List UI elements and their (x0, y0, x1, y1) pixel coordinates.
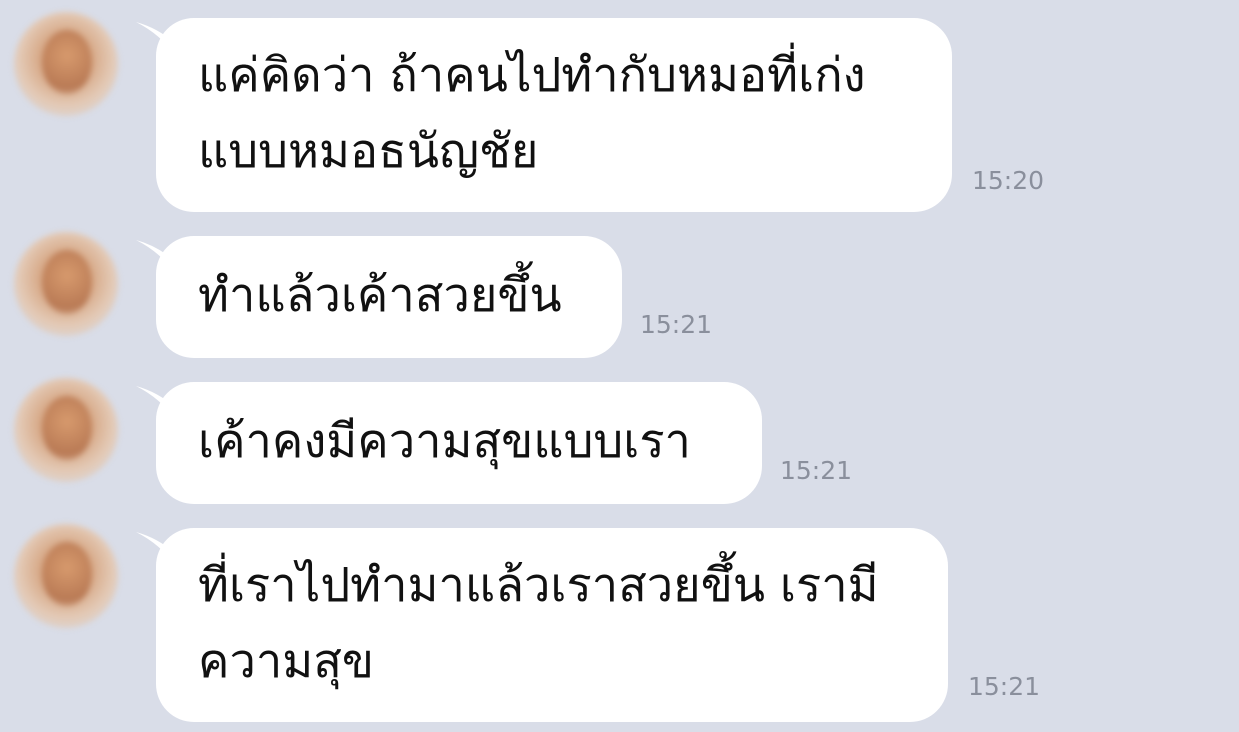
message-text-line: ที่เราไปทำมาแล้วเราสวยขึ้น เรามี (198, 558, 879, 613)
message-text-line: แบบหมอธนัญชัย (198, 124, 539, 179)
message-row: ที่เราไปทำมาแล้วเราสวยขึ้น เรามี ความสุข… (0, 518, 1239, 732)
message-bubble[interactable]: แค่คิดว่า ถ้าคนไปทำกับหมอที่เก่ง แบบหมอธ… (156, 18, 952, 212)
avatar-face-icon (42, 542, 92, 606)
avatar-face-icon (42, 250, 92, 314)
message-bubble[interactable]: ที่เราไปทำมาแล้วเราสวยขึ้น เรามี ความสุข (156, 528, 948, 722)
avatar-face-icon (42, 396, 92, 460)
avatar[interactable] (14, 12, 118, 116)
message-timestamp: 15:21 (780, 456, 853, 485)
message-row: แค่คิดว่า ถ้าคนไปทำกับหมอที่เก่ง แบบหมอธ… (0, 0, 1239, 220)
message-text-line: ทำแล้วเค้าสวยขึ้น (198, 268, 562, 323)
message-row: เค้าคงมีความสุขแบบเรา 15:21 (0, 372, 1239, 512)
avatar[interactable] (14, 524, 118, 628)
message-text-line: เค้าคงมีความสุขแบบเรา (198, 414, 691, 469)
message-text-line: ความสุข (198, 634, 375, 689)
message-timestamp: 15:21 (640, 310, 713, 339)
message-row: ทำแล้วเค้าสวยขึ้น 15:21 (0, 226, 1239, 366)
avatar[interactable] (14, 232, 118, 336)
message-text-line: แค่คิดว่า ถ้าคนไปทำกับหมอที่เก่ง (198, 48, 866, 103)
avatar[interactable] (14, 378, 118, 482)
message-timestamp: 15:20 (972, 166, 1045, 195)
message-timestamp: 15:21 (968, 672, 1041, 701)
message-bubble[interactable]: เค้าคงมีความสุขแบบเรา (156, 382, 762, 504)
chat-conversation: แค่คิดว่า ถ้าคนไปทำกับหมอที่เก่ง แบบหมอธ… (0, 0, 1239, 732)
avatar-face-icon (42, 30, 92, 94)
message-bubble[interactable]: ทำแล้วเค้าสวยขึ้น (156, 236, 622, 358)
